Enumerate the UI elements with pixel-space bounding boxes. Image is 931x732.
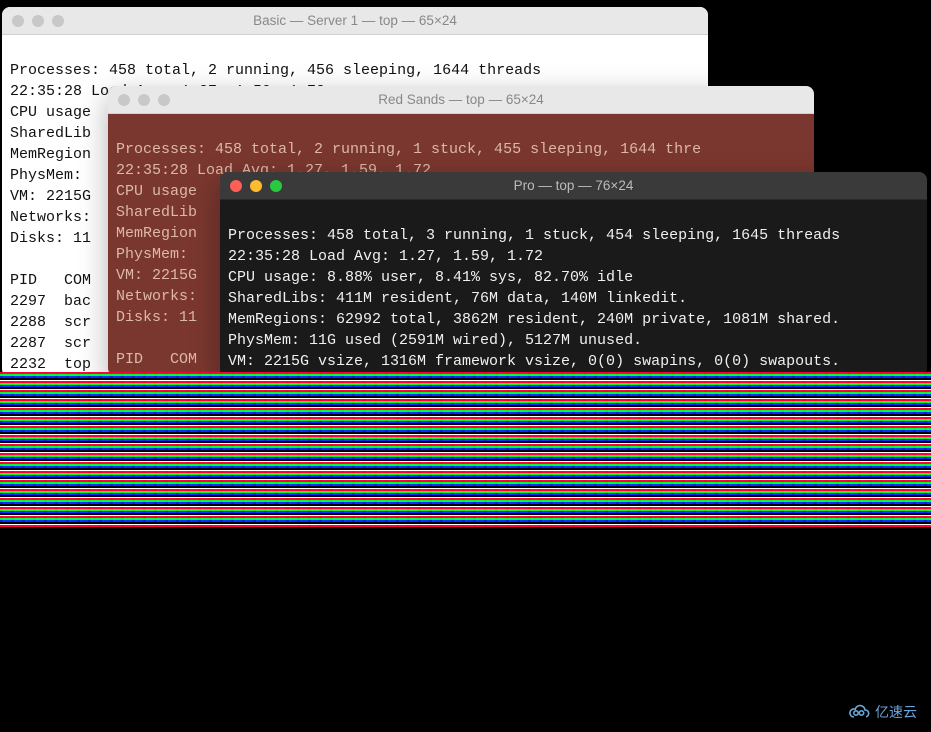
titlebar[interactable]: Red Sands — top — 65×24 bbox=[108, 86, 814, 114]
terminal-line: CPU usage bbox=[116, 183, 197, 200]
terminal-window-pro[interactable]: Pro — top — 76×24 Processes: 458 total, … bbox=[220, 172, 927, 377]
terminal-line: SharedLib bbox=[116, 204, 197, 221]
terminal-line: MemRegions: 62992 total, 3862M resident,… bbox=[228, 311, 840, 328]
terminal-line: PhysMem: 11G used (2591M wired), 5127M u… bbox=[228, 332, 642, 349]
terminal-line: MemRegion bbox=[116, 225, 197, 242]
cloud-icon bbox=[847, 704, 871, 720]
maximize-icon[interactable] bbox=[270, 180, 282, 192]
terminal-line: Processes: 458 total, 3 running, 1 stuck… bbox=[228, 227, 840, 244]
terminal-line: CPU usage bbox=[10, 104, 91, 121]
close-icon[interactable] bbox=[118, 94, 130, 106]
terminal-line: VM: 2215G bbox=[116, 267, 197, 284]
minimize-icon[interactable] bbox=[250, 180, 262, 192]
terminal-line: Disks: 11 bbox=[116, 309, 197, 326]
close-icon[interactable] bbox=[12, 15, 24, 27]
window-title: Pro — top — 76×24 bbox=[230, 178, 917, 193]
traffic-lights bbox=[118, 94, 170, 106]
traffic-lights bbox=[230, 180, 282, 192]
terminal-line: 2232 top bbox=[10, 356, 91, 373]
traffic-lights bbox=[12, 15, 64, 27]
terminal-line: VM: 2215G bbox=[10, 188, 91, 205]
terminal-line: VM: 2215G vsize, 1316M framework vsize, … bbox=[228, 353, 840, 370]
image-glitch-artifact bbox=[0, 372, 931, 527]
titlebar[interactable]: Pro — top — 76×24 bbox=[220, 172, 927, 200]
terminal-line: 22:35:28 Load Avg: 1.27, 1.59, 1.72 bbox=[228, 248, 543, 265]
terminal-line: Processes: 458 total, 2 running, 456 sle… bbox=[10, 62, 541, 79]
titlebar[interactable]: Basic — Server 1 — top — 65×24 bbox=[2, 7, 708, 35]
terminal-line: PID COM bbox=[10, 272, 91, 289]
terminal-line: SharedLibs: 411M resident, 76M data, 140… bbox=[228, 290, 687, 307]
terminal-line: SharedLib bbox=[10, 125, 91, 142]
watermark: 亿速云 bbox=[847, 702, 917, 722]
terminal-line: Networks: bbox=[116, 288, 197, 305]
watermark-text: 亿速云 bbox=[875, 702, 917, 722]
terminal-line: 2288 scr bbox=[10, 314, 91, 331]
terminal-line: PID COM bbox=[116, 351, 197, 368]
maximize-icon[interactable] bbox=[158, 94, 170, 106]
minimize-icon[interactable] bbox=[138, 94, 150, 106]
terminal-line: Processes: 458 total, 2 running, 1 stuck… bbox=[116, 141, 701, 158]
window-title: Red Sands — top — 65×24 bbox=[118, 92, 804, 107]
terminal-line: CPU usage: 8.88% user, 8.41% sys, 82.70%… bbox=[228, 269, 633, 286]
minimize-icon[interactable] bbox=[32, 15, 44, 27]
terminal-line: 2297 bac bbox=[10, 293, 91, 310]
maximize-icon[interactable] bbox=[52, 15, 64, 27]
terminal-content[interactable]: Processes: 458 total, 3 running, 1 stuck… bbox=[220, 200, 927, 377]
close-icon[interactable] bbox=[230, 180, 242, 192]
terminal-line: Disks: 11 bbox=[10, 230, 91, 247]
terminal-line: MemRegion bbox=[10, 146, 91, 163]
window-title: Basic — Server 1 — top — 65×24 bbox=[12, 13, 698, 28]
terminal-line: PhysMem: bbox=[10, 167, 82, 184]
terminal-line: PhysMem: bbox=[116, 246, 188, 263]
terminal-line: 2287 scr bbox=[10, 335, 91, 352]
terminal-line: Networks: bbox=[10, 209, 91, 226]
